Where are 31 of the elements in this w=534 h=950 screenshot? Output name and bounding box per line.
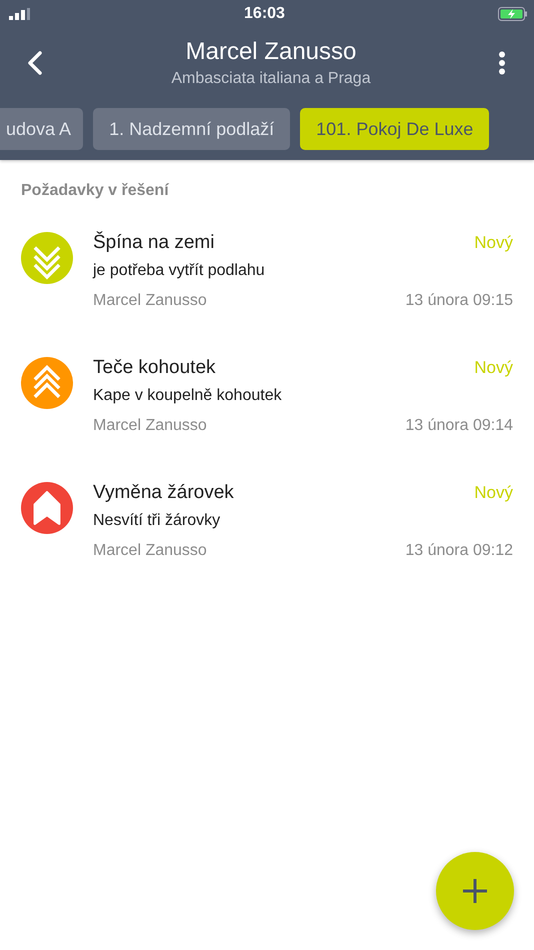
page-subtitle: Ambasciata italiana a Praga — [171, 70, 371, 88]
page-title: Marcel Zanusso — [186, 38, 356, 66]
request-description: je potřeba vytřít podlahu — [93, 262, 266, 280]
request-title: Špína na zemi — [93, 232, 214, 254]
status-time: 16:03 — [244, 5, 285, 23]
add-button[interactable] — [436, 852, 514, 930]
request-author: Marcel Zanusso — [93, 542, 207, 560]
request-item[interactable]: Vyměna žárovek Nový Nesvítí tři žárovky Marcel Zanusso 13 února 09:12 — [0, 468, 534, 593]
breadcrumb-chip[interactable]: 101. Pokoj De Luxe — [300, 108, 490, 150]
status-label: Nový — [474, 483, 513, 503]
status-label: Nový — [474, 358, 513, 378]
request-author: Marcel Zanusso — [93, 417, 207, 435]
request-item[interactable]: Špína na zemi Nový je potřeba vytřít podlahu Marcel Zanusso 13 února 09:15 — [0, 218, 534, 343]
status-label: Nový — [474, 233, 513, 253]
request-description: Kape v koupelně kohoutek — [93, 387, 283, 405]
section-title: Požadavky v řešení — [20, 181, 170, 201]
breadcrumb-chip[interactable]: udova A — [0, 108, 84, 150]
signal-icon — [9, 8, 31, 20]
request-item[interactable]: Teče kohoutek Nový Kape v koupelně kohoutek Marcel Zanusso 13 února 09:14 — [0, 343, 534, 468]
plus-icon — [461, 877, 489, 905]
more-icon[interactable] — [498, 51, 506, 75]
request-time: 13 února 09:14 — [405, 417, 513, 435]
request-author: Marcel Zanusso — [93, 292, 207, 310]
request-time: 13 února 09:12 — [405, 542, 513, 560]
battery-charging-icon — [498, 7, 528, 21]
request-title: Teče kohoutek — [93, 357, 216, 379]
request-time: 13 února 09:15 — [405, 292, 513, 310]
breadcrumb-chip[interactable]: 1. Nadzemní podlaží — [93, 108, 290, 150]
request-title: Vyměna žárovek — [93, 482, 234, 504]
request-description: Nesvítí tři žárovky — [93, 512, 222, 530]
back-icon[interactable] — [26, 50, 44, 76]
